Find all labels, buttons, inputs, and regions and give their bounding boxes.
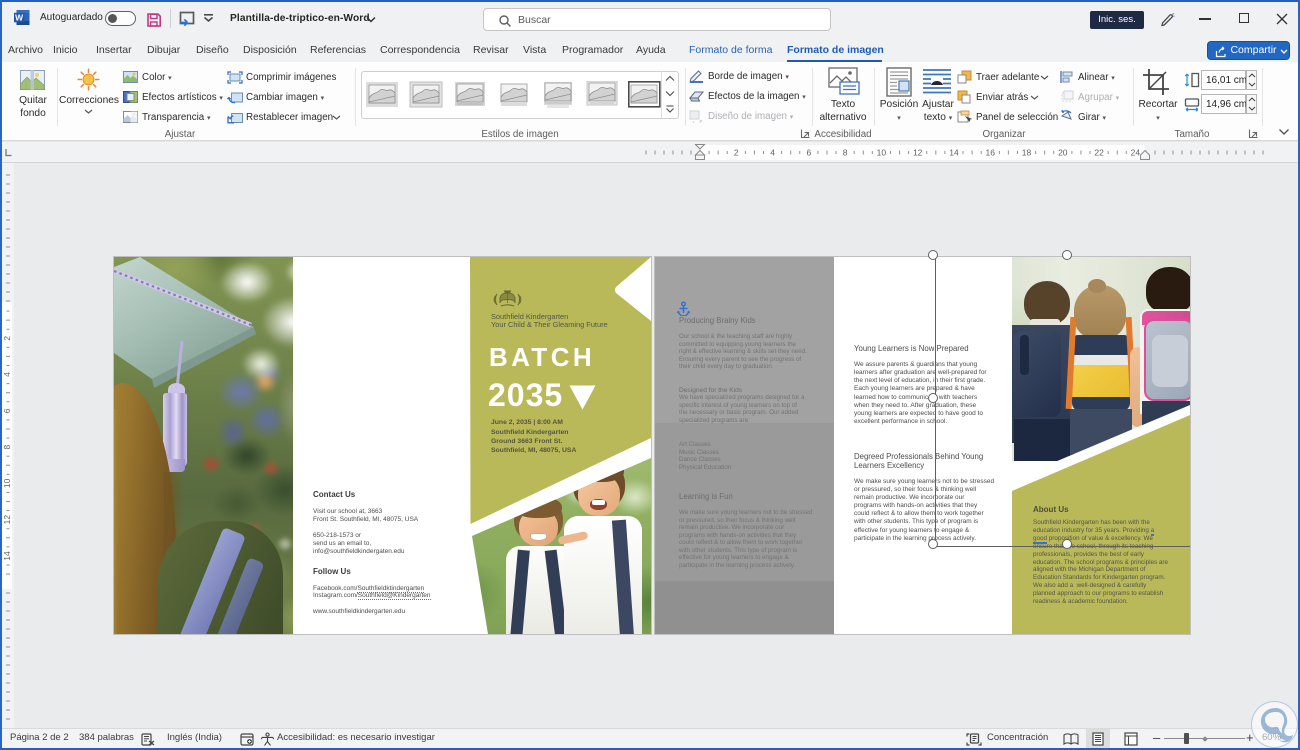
svg-text:22: 22 <box>1094 148 1104 158</box>
svg-text:4: 4 <box>770 148 775 158</box>
svg-text:10: 10 <box>877 148 887 158</box>
svg-text:16: 16 <box>986 148 996 158</box>
svg-text:20: 20 <box>1058 148 1068 158</box>
svg-text:8: 8 <box>2 444 12 449</box>
svg-text:W: W <box>15 13 24 23</box>
svg-text:10: 10 <box>2 478 12 488</box>
svg-text:6: 6 <box>2 408 12 413</box>
svg-text:2: 2 <box>734 148 739 158</box>
svg-text:24: 24 <box>1131 148 1141 158</box>
svg-text:12: 12 <box>913 148 923 158</box>
svg-text:12: 12 <box>2 515 12 525</box>
svg-text:18: 18 <box>1022 148 1032 158</box>
svg-text:8: 8 <box>843 148 848 158</box>
svg-text:14: 14 <box>2 551 12 561</box>
svg-text:4: 4 <box>2 372 12 377</box>
svg-text:2: 2 <box>2 336 12 341</box>
svg-text:6: 6 <box>806 148 811 158</box>
svg-text:14: 14 <box>949 148 959 158</box>
